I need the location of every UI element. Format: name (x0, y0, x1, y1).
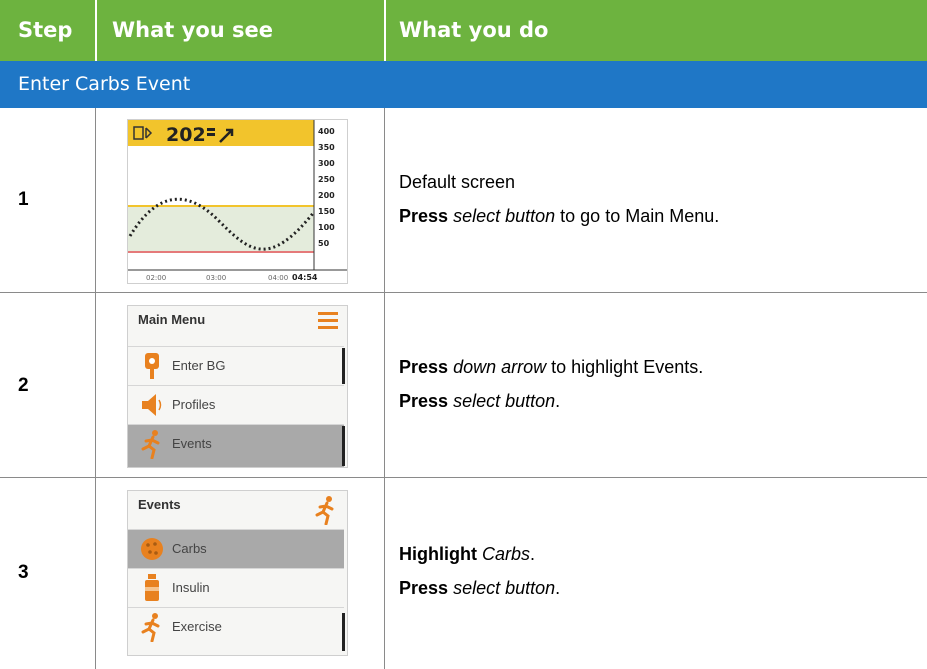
menu-item-insulin: Insulin (128, 568, 344, 607)
runner-icon (141, 613, 160, 642)
header-divider (384, 0, 386, 61)
step-number: 1 (18, 189, 29, 210)
y-tick: 350 (318, 143, 335, 152)
menu-item-carbs: Carbs (128, 529, 344, 568)
header-step: Step (18, 18, 73, 42)
y-tick: 300 (318, 159, 335, 168)
instruction-line: Press select button to go to Main Menu. (399, 206, 720, 226)
y-tick: 200 (318, 191, 335, 200)
menu-item-enter-bg: Enter BG (128, 346, 344, 385)
cgm-graph: 202 400 350 300 250 200 150 100 50 02:00… (128, 120, 347, 282)
header-what-you-do: What you do (399, 18, 549, 42)
cookie-icon (141, 538, 163, 560)
insulin-vial-icon (145, 574, 159, 601)
step-number: 3 (18, 562, 29, 583)
y-tick: 150 (318, 207, 335, 216)
y-tick: 400 (318, 127, 335, 136)
x-tick: 03:00 (206, 274, 226, 282)
runner-icon (315, 496, 334, 525)
cgm-default-screen: 202 400 350 300 250 200 150 100 50 02:00… (127, 119, 348, 284)
blood-drop-meter-icon (145, 353, 159, 379)
instruction-line: Press select button. (399, 578, 561, 598)
step-instructions: Default screen Press select button to go… (399, 165, 719, 233)
current-time: 04:54 (292, 273, 318, 282)
scroll-indicator (342, 348, 345, 384)
instruction-line: Press down arrow to highlight Events. (399, 357, 704, 377)
scroll-indicator (342, 426, 345, 466)
speaker-icon (142, 394, 162, 416)
scroll-indicator (342, 613, 345, 651)
instruction-table: Step What you see What you do Enter Carb… (0, 0, 927, 669)
x-tick: 02:00 (146, 274, 166, 282)
table-header: Step What you see What you do (0, 0, 927, 61)
header-what-you-see: What you see (112, 18, 273, 42)
instruction-line: Default screen (399, 172, 516, 192)
column-divider (384, 108, 385, 669)
glucose-value: 202 (166, 124, 206, 146)
hamburger-menu-icon (318, 312, 338, 329)
y-tick: 100 (318, 223, 335, 232)
events-screen: Events Carbs Insulin Exercise (127, 490, 348, 656)
step-instructions: Press down arrow to highlight Events. Pr… (399, 350, 703, 418)
x-tick: 04:00 (268, 274, 288, 282)
menu-title: Main Menu (138, 312, 206, 327)
runner-icon (141, 430, 160, 459)
y-tick: 250 (318, 175, 335, 184)
y-tick: 50 (318, 239, 330, 248)
main-menu-screen: Main Menu Enter BG Profiles Events (127, 305, 348, 468)
row-divider (0, 477, 927, 478)
column-divider (95, 108, 96, 669)
section-row: Enter Carbs Event (0, 61, 927, 108)
step-instructions: Highlight Carbs. Press select button. (399, 537, 560, 605)
instruction-line: Press select button. (399, 391, 561, 411)
menu-item-exercise: Exercise (128, 607, 344, 655)
menu-title: Events (138, 497, 181, 512)
menu-item-events: Events (128, 424, 344, 467)
header-divider (95, 0, 97, 61)
menu-item-profiles: Profiles (128, 385, 344, 424)
section-title: Enter Carbs Event (18, 73, 191, 95)
step-number: 2 (18, 375, 29, 396)
row-divider (0, 292, 927, 293)
instruction-line: Highlight Carbs. (399, 544, 536, 564)
